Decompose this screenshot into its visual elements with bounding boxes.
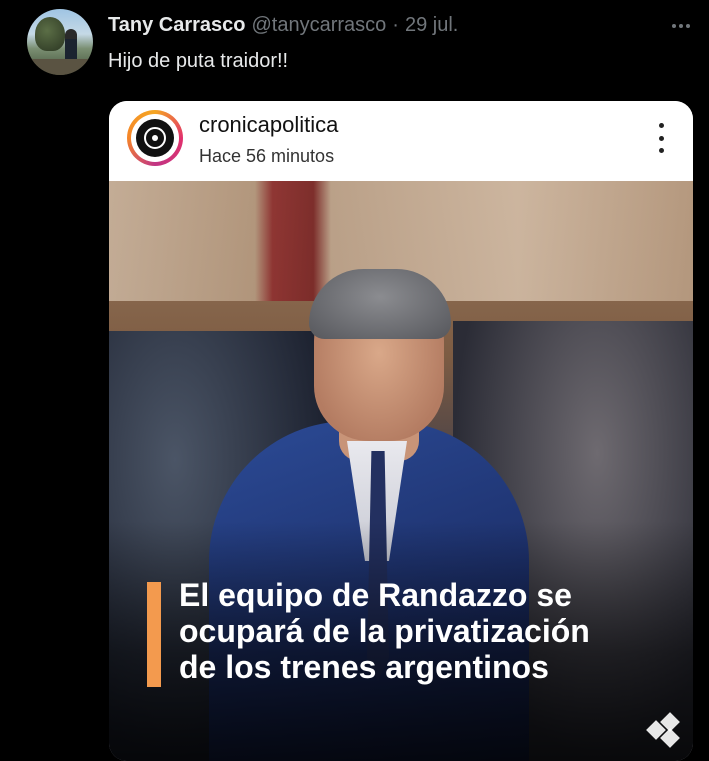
- brand-diamond-icon: [646, 712, 681, 748]
- tweet-image[interactable]: cronicapolitica Hace 56 minutos El equip…: [109, 101, 693, 761]
- more-vertical-icon: [655, 123, 667, 153]
- headline-line: ocupará de la privatización: [179, 613, 590, 649]
- photo-man-hair: [309, 269, 451, 339]
- news-photo: El equipo de Randazzo se ocupará de la p…: [109, 181, 693, 761]
- user-handle[interactable]: @tanycarrasco: [251, 14, 386, 37]
- user-avatar[interactable]: [27, 9, 93, 75]
- headline-line: de los trenes argentinos: [179, 649, 549, 685]
- more-options-button[interactable]: [667, 12, 695, 40]
- avatar-tree: [35, 17, 65, 51]
- tweet-header: Tany Carrasco @tanycarrasco · 29 jul.: [108, 12, 458, 38]
- news-headline: El equipo de Randazzo se ocupará de la p…: [179, 577, 679, 685]
- headline-line: El equipo de Randazzo se: [179, 577, 572, 613]
- cronica-logo-icon: [127, 110, 183, 166]
- more-horizontal-icon: [672, 24, 690, 28]
- tweet-text: Hijo de puta traidor!!: [108, 50, 289, 72]
- embedded-post-header: cronicapolitica Hace 56 minutos: [109, 101, 693, 181]
- avatar-ground: [27, 59, 93, 75]
- embedded-post-time: Hace 56 minutos: [199, 146, 335, 166]
- embedded-account-name: cronicapolitica: [199, 112, 339, 137]
- headline-accent-bar: [147, 582, 161, 687]
- tweet-date[interactable]: 29 jul.: [405, 14, 458, 37]
- display-name[interactable]: Tany Carrasco: [108, 14, 245, 37]
- separator-dot: ·: [392, 13, 399, 36]
- avatar-person: [65, 29, 77, 63]
